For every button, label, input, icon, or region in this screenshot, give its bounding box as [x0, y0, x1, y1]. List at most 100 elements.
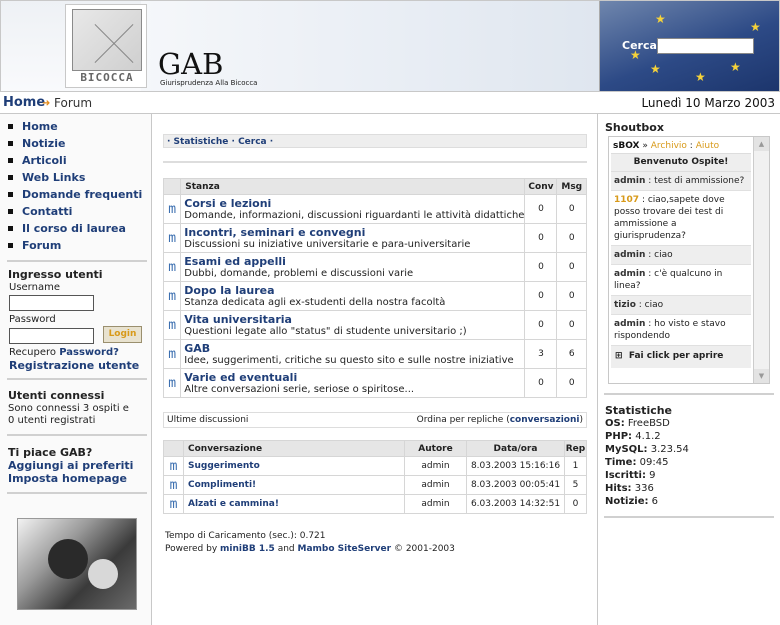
expand-icon: ⊞ — [615, 351, 623, 361]
recover-password-link[interactable]: Password? — [59, 347, 119, 358]
divider — [7, 378, 147, 380]
order-conversazioni-link[interactable]: conversazioni — [510, 415, 580, 425]
room-conv: 0 — [524, 223, 558, 253]
room-name[interactable]: Esami ed appelli — [184, 255, 524, 268]
powered-by: Powered by miniBB 1.5 and Mambo SiteServ… — [165, 544, 455, 554]
menu-item-corso[interactable]: Il corso di laurea — [8, 222, 142, 239]
scroll-up-icon[interactable]: ▲ — [754, 137, 769, 151]
room-row[interactable]: m GAB Idee, suggerimenti, critiche su que… — [162, 339, 587, 369]
room-name[interactable]: GAB — [184, 342, 524, 355]
room-row[interactable]: m Corsi e lezioni Domande, informazioni, … — [162, 194, 587, 224]
powered-and: and — [277, 544, 295, 554]
register-link[interactable]: Registrazione utente — [9, 359, 139, 372]
rep-header: Rep — [564, 440, 587, 457]
shout-text: : test di ammissione? — [648, 176, 745, 186]
conversation-row[interactable]: m Alzati e cammina! admin 6.03.2003 14:3… — [163, 494, 587, 514]
conv-header: Conv — [524, 178, 558, 195]
shout-message: admin : c'è qualcuno in linea? — [611, 265, 751, 296]
shoutbox-archivio-link[interactable]: Archivio — [651, 141, 687, 151]
menu-item-forum[interactable]: Forum — [8, 239, 142, 256]
conversation-title[interactable]: Alzati e cammina! — [183, 494, 405, 514]
room-desc: Discussioni su iniziative universitarie … — [184, 239, 471, 250]
room-row[interactable]: m Incontri, seminari e convegni Discussio… — [162, 223, 587, 253]
menu-item-web-links[interactable]: Web Links — [8, 171, 142, 188]
shoutbox: sBOX » Archivio : Aiuto Benvenuto Ospite… — [608, 136, 770, 384]
breadcrumb-current: Forum — [54, 96, 93, 110]
shout-message: 1107 : ciao,sapete dove posso trovare de… — [611, 191, 751, 246]
room-conv: 0 — [524, 194, 558, 224]
conversation-title[interactable]: Complimenti! — [183, 475, 405, 495]
stat-item: Iscritti: 9 — [605, 470, 689, 483]
logo-bicocca-text: BICOCCA — [80, 71, 134, 84]
powered-post: © 2001-2003 — [393, 544, 455, 554]
room-row[interactable]: m Dopo la laurea Stanza dedicata agli ex-… — [162, 281, 587, 311]
menu-item-contatti[interactable]: Contatti — [8, 205, 142, 222]
room-name[interactable]: Vita universitaria — [184, 313, 524, 326]
conversation-icon: m — [163, 456, 184, 476]
rooms-icon-header — [162, 178, 182, 195]
add-favorites-link[interactable]: Aggiungi ai preferiti — [8, 459, 133, 472]
room-msg: 0 — [556, 194, 587, 224]
shoutbox-nav-sbox: sBOX — [613, 141, 640, 151]
university-logo[interactable]: BICOCCA — [65, 4, 147, 88]
menu-item-faq[interactable]: Domande frequenti — [8, 188, 142, 205]
username-field[interactable] — [9, 295, 94, 311]
room-name[interactable]: Incontri, seminari e convegni — [184, 226, 524, 239]
stat-value: FreeBSD — [627, 418, 670, 429]
minibb-link[interactable]: miniBB 1.5 — [220, 544, 275, 554]
room-name[interactable]: Corsi e lezioni — [184, 197, 524, 210]
recover-text: Recupero Password? — [9, 347, 119, 358]
set-homepage-link[interactable]: Imposta homepage — [8, 472, 127, 485]
login-button[interactable]: Login — [103, 326, 142, 343]
menu-item-home[interactable]: Home — [8, 120, 142, 137]
room-row[interactable]: m Varie ed eventuali Altre conversazioni … — [162, 368, 587, 398]
stanza-header: Stanza — [180, 178, 526, 195]
stat-value: 3.23.54 — [650, 444, 689, 455]
shout-message: admin : test di ammissione? — [611, 172, 751, 191]
shoutbox-nav-sep: » — [642, 141, 648, 151]
shoutbox-aiuto-link[interactable]: Aiuto — [696, 141, 719, 151]
password-label: Password — [9, 314, 56, 325]
password-field[interactable] — [9, 328, 94, 344]
room-name[interactable]: Dopo la laurea — [184, 284, 524, 297]
stat-value: 6 — [651, 496, 659, 507]
stat-item: Hits: 336 — [605, 483, 689, 496]
conversation-author: admin — [404, 456, 467, 476]
room-row[interactable]: m Esami ed appelli Dubbi, domande, proble… — [162, 252, 587, 282]
search-input[interactable] — [657, 38, 754, 54]
divider — [7, 434, 147, 436]
breadcrumb-home-link[interactable]: Home — [3, 95, 45, 110]
stat-value: 9 — [649, 470, 656, 481]
conversation-title[interactable]: Suggerimento — [183, 456, 405, 476]
order-label: Ordina per repliche ( — [416, 415, 510, 425]
shout-user: tizio — [614, 300, 636, 310]
conv-icon-header — [163, 440, 184, 457]
mambo-link[interactable]: Mambo SiteServer — [298, 544, 392, 554]
divider — [163, 161, 587, 163]
data-header: Data/ora — [466, 440, 565, 457]
room-conv: 0 — [524, 368, 558, 398]
room-icon: m — [162, 281, 182, 311]
conversation-row[interactable]: m Suggerimento admin 8.03.2003 15:16:16 … — [163, 456, 587, 476]
divider — [7, 492, 147, 494]
conversation-row[interactable]: m Complimenti! admin 8.03.2003 00:05:41 … — [163, 475, 587, 495]
room-conv: 0 — [524, 281, 558, 311]
room-name[interactable]: Varie ed eventuali — [184, 371, 524, 384]
room-desc: Idee, suggerimenti, critiche su questo s… — [184, 355, 514, 366]
shoutbox-nav-colon: : — [689, 141, 693, 151]
room-conv: 3 — [524, 339, 558, 369]
room-msg: 6 — [556, 339, 587, 369]
scroll-down-icon[interactable]: ▼ — [754, 369, 769, 383]
conversation-author: admin — [404, 475, 467, 495]
room-row[interactable]: m Vita universitaria Questioni legate all… — [162, 310, 587, 340]
menu-item-notizie[interactable]: Notizie — [8, 137, 142, 154]
menu-item-articoli[interactable]: Articoli — [8, 154, 142, 171]
conversation-author: admin — [404, 494, 467, 514]
shoutbox-open-button[interactable]: ⊞ Fai click per aprire — [611, 346, 751, 368]
divider — [7, 260, 147, 262]
room-icon: m — [162, 310, 182, 340]
shoutbox-scrollbar[interactable]: ▲ ▼ — [753, 137, 769, 383]
forum-top-links[interactable]: · Statistiche · Cerca · — [163, 134, 587, 148]
powered-pre: Powered by — [165, 544, 218, 554]
breadcrumb: Home ➜ Forum Lunedì 10 Marzo 2003 — [0, 92, 780, 114]
